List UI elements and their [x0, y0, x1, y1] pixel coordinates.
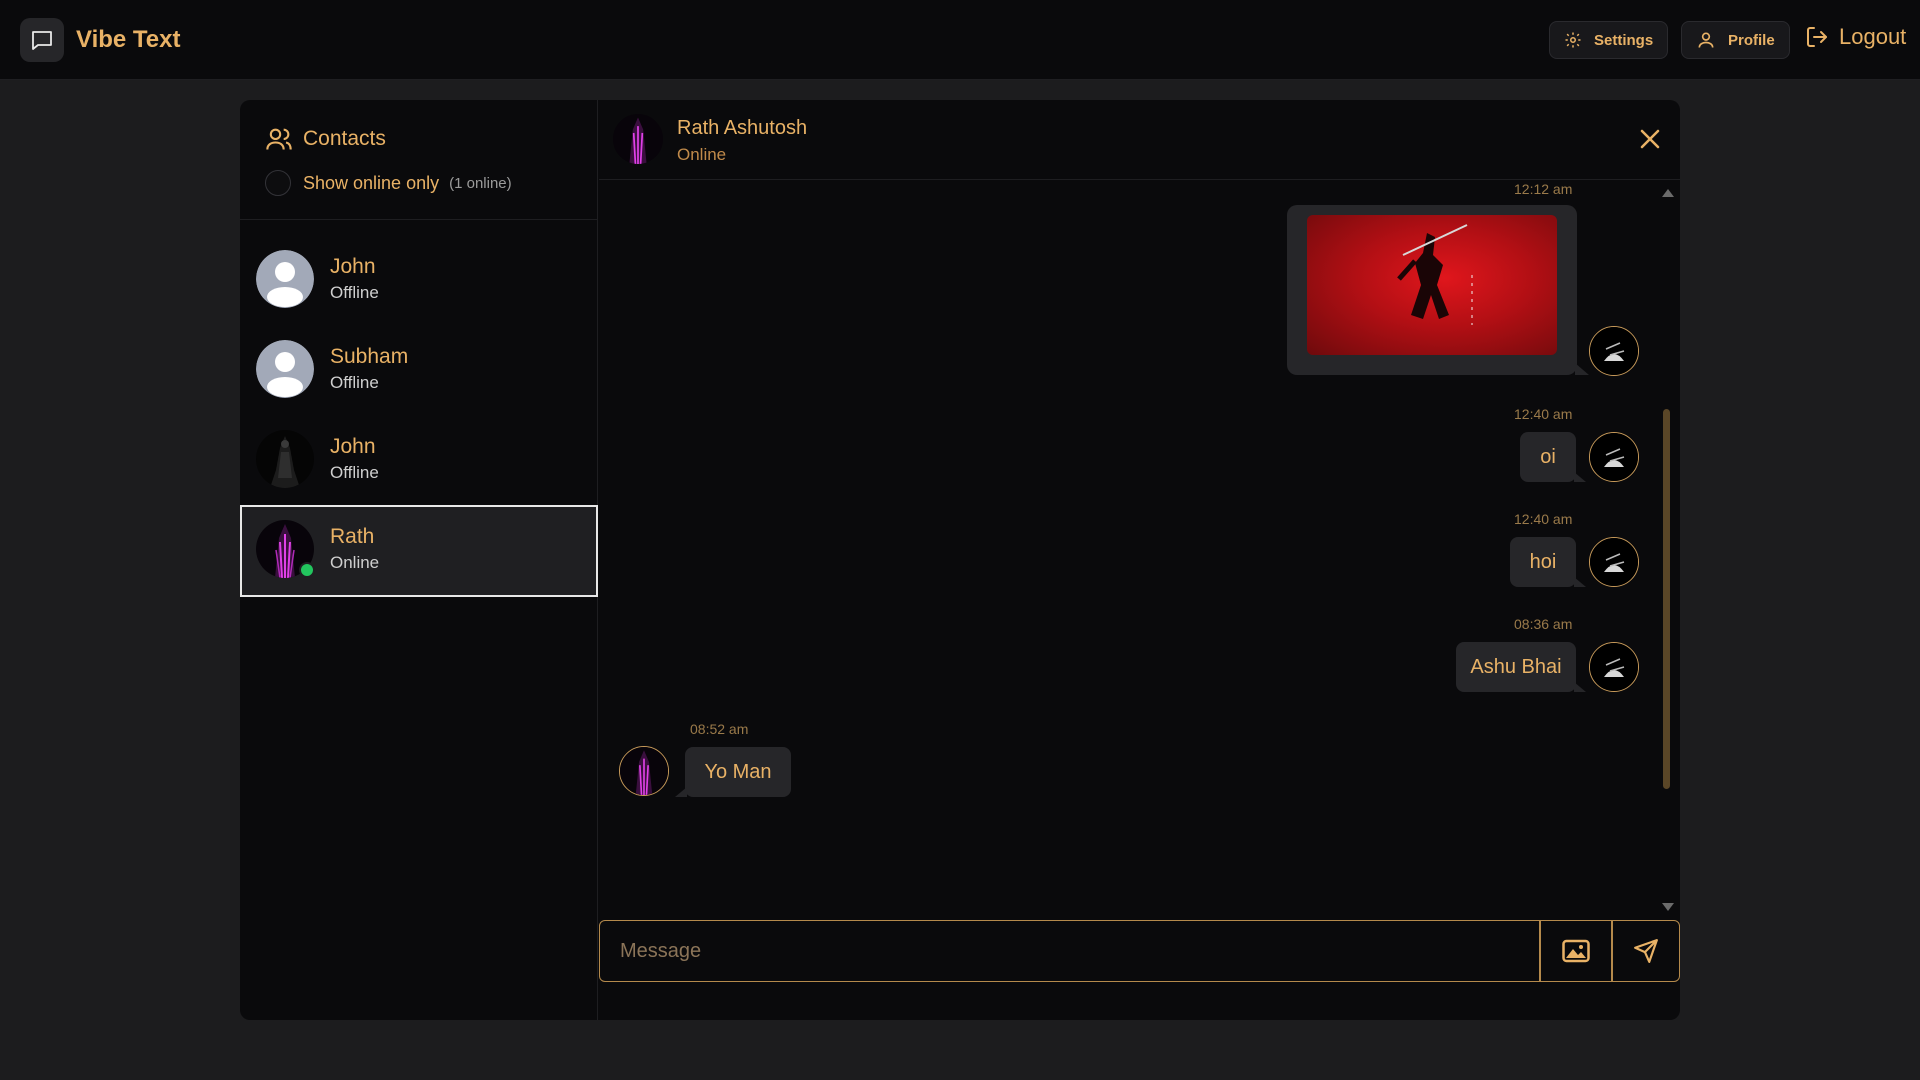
contact-status: Offline	[330, 463, 379, 482]
chat-bubble-icon	[20, 18, 64, 62]
chat-avatar	[613, 114, 663, 164]
contact-name: John	[330, 435, 376, 458]
logout-label: Logout	[1839, 24, 1907, 49]
contacts-sidebar: Contacts Show online only (1 online) Joh…	[240, 100, 598, 1020]
chat-panel: Rath Ashutosh Online 12:12 am 12:40 am o…	[599, 100, 1680, 1020]
send-icon	[1634, 939, 1658, 963]
settings-button[interactable]: Settings	[1549, 21, 1669, 59]
contact-item-selected[interactable]: Rath Online	[240, 505, 598, 597]
close-chat-button[interactable]	[1639, 128, 1661, 150]
contacts-title: Contacts	[265, 125, 386, 153]
online-count: (1 online)	[449, 174, 512, 192]
sender-avatar	[1589, 642, 1639, 692]
default-avatar	[256, 340, 314, 398]
contact-message-avatar	[619, 746, 669, 796]
online-only-checkbox[interactable]	[265, 170, 291, 196]
settings-label: Settings	[1594, 31, 1654, 49]
message-timestamp: 08:52 am	[690, 721, 749, 737]
contact-name: Subham	[330, 345, 409, 368]
scroll-down-arrow[interactable]	[1662, 903, 1674, 911]
chat-container: Contacts Show online only (1 online) Joh…	[240, 100, 1680, 1020]
online-indicator	[299, 562, 315, 578]
contact-photo	[256, 430, 314, 488]
user-icon	[1698, 32, 1714, 48]
message-list[interactable]: 12:12 am 12:40 am oi 12:40 am hoi 08:36 …	[599, 181, 1680, 916]
scrollbar[interactable]	[1661, 189, 1671, 812]
scrollbar-thumb[interactable]	[1663, 409, 1670, 789]
contact-item[interactable]: John Offline	[240, 235, 598, 325]
close-icon	[1640, 129, 1660, 149]
logout-icon	[1807, 27, 1827, 47]
message-composer	[599, 920, 1680, 982]
sender-avatar	[1589, 537, 1639, 587]
contact-status: Online	[330, 553, 380, 572]
incoming-message[interactable]: Yo Man	[675, 747, 791, 797]
sender-avatar	[1589, 326, 1639, 376]
users-icon	[266, 128, 292, 150]
message-timestamp: 08:36 am	[1514, 616, 1573, 632]
logout-button[interactable]: Logout	[1805, 24, 1906, 50]
default-avatar	[256, 250, 314, 308]
outgoing-message[interactable]: hoi	[1510, 537, 1586, 587]
profile-label: Profile	[1728, 31, 1775, 49]
contact-name: Rath	[330, 525, 375, 548]
chat-contact-name: Rath Ashutosh	[677, 117, 808, 139]
contact-name: John	[330, 255, 376, 278]
contacts-title-label: Contacts	[303, 127, 386, 150]
outgoing-message[interactable]: oi	[1520, 432, 1586, 482]
message-timestamp: 12:12 am	[1514, 181, 1573, 197]
chat-header: Rath Ashutosh Online	[599, 100, 1680, 180]
online-only-label[interactable]: Show online only	[303, 173, 439, 194]
message-timestamp: 12:40 am	[1514, 406, 1573, 422]
send-button[interactable]	[1612, 920, 1680, 982]
outgoing-message[interactable]: Ashu Bhai	[1456, 642, 1586, 692]
gear-icon	[1565, 32, 1581, 48]
message-input[interactable]	[599, 920, 1540, 982]
contact-status: Offline	[330, 283, 379, 302]
image-icon	[1562, 939, 1590, 963]
brand[interactable]: Vibe Text	[20, 18, 180, 62]
contact-status: Offline	[330, 373, 379, 392]
image-message[interactable]	[1287, 205, 1589, 375]
contact-item[interactable]: Subham Offline	[240, 325, 598, 415]
sender-avatar	[1589, 432, 1639, 482]
profile-button[interactable]: Profile	[1681, 21, 1790, 59]
navbar: Vibe Text Settings Profile Logout	[0, 0, 1920, 80]
chat-contact-status: Online	[677, 145, 727, 164]
attach-image-button[interactable]	[1540, 920, 1612, 982]
contacts-header: Contacts Show online only (1 online)	[240, 100, 598, 220]
message-timestamp: 12:40 am	[1514, 511, 1573, 527]
app-name: Vibe Text	[76, 26, 181, 53]
shared-image[interactable]	[1307, 215, 1557, 355]
online-filter: Show online only (1 online)	[265, 170, 512, 196]
contact-item[interactable]: John Offline	[240, 415, 598, 505]
